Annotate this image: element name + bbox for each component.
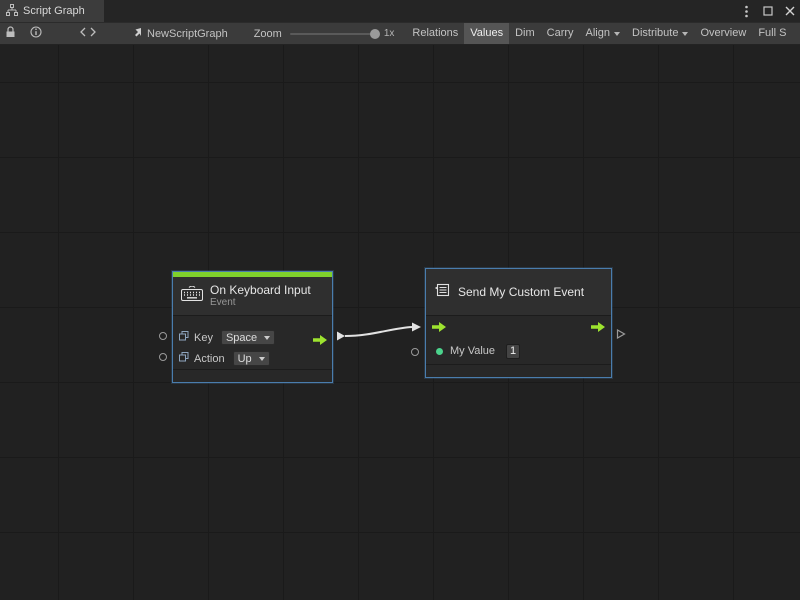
action-port-label: Action — [194, 353, 225, 365]
control-row — [426, 316, 611, 340]
control-output-port[interactable] — [591, 322, 605, 335]
distribute-button[interactable]: Distribute — [626, 23, 694, 44]
my-value-input[interactable] — [506, 344, 520, 359]
port-row-key: Key Space — [173, 327, 332, 348]
distribute-label: Distribute — [632, 23, 678, 44]
my-value-input-port[interactable] — [411, 348, 419, 356]
script-graph-icon — [6, 4, 18, 19]
output-port[interactable] — [616, 326, 626, 344]
node-footer — [426, 364, 611, 377]
carry-button[interactable]: Carry — [541, 23, 580, 44]
control-input-port[interactable] — [432, 322, 446, 335]
action-dropdown-value: Up — [238, 353, 252, 365]
graph-canvas[interactable]: On Keyboard Input Event Key Space — [0, 45, 800, 600]
maximize-icon[interactable] — [760, 3, 776, 19]
tab-script-graph[interactable]: Script Graph — [0, 0, 104, 22]
node-title: On Keyboard Input — [210, 284, 311, 297]
value-type-icon — [179, 352, 189, 365]
port-row-my-value: My Value — [426, 340, 611, 362]
node-subtitle: Event — [210, 297, 311, 309]
window-titlebar[interactable]: Script Graph — [0, 0, 800, 22]
overview-button[interactable]: Overview — [694, 23, 752, 44]
dim-button[interactable]: Dim — [509, 23, 541, 44]
control-output-port[interactable] — [313, 332, 327, 342]
my-value-label: My Value — [450, 345, 495, 357]
custom-event-icon — [434, 282, 451, 303]
value-type-icon — [179, 331, 189, 344]
node-title: Send My Custom Event — [458, 286, 584, 299]
relations-button[interactable]: Relations — [406, 23, 464, 44]
zoom-slider[interactable] — [290, 33, 378, 35]
zoom-slider-handle[interactable] — [370, 29, 380, 39]
chevron-down-icon — [614, 32, 620, 36]
node-on-keyboard-input[interactable]: On Keyboard Input Event Key Space — [172, 271, 333, 383]
info-button[interactable] — [25, 22, 47, 45]
graph-name: NewScriptGraph — [147, 28, 228, 40]
action-dropdown[interactable]: Up — [233, 351, 270, 366]
fullscreen-button[interactable]: Full S — [752, 23, 792, 44]
chevron-down-icon — [682, 32, 688, 36]
lock-button[interactable] — [0, 22, 21, 45]
node-send-my-custom-event[interactable]: Send My Custom Event My Value — [425, 268, 612, 378]
info-icon — [30, 26, 42, 41]
zoom-value: 1x — [384, 28, 395, 39]
key-port-label: Key — [194, 332, 213, 344]
kebab-menu-icon[interactable] — [738, 3, 754, 19]
align-button[interactable]: Align — [580, 23, 626, 44]
node-header: Send My Custom Event — [426, 269, 611, 315]
key-dropdown-value: Space — [226, 332, 257, 344]
code-icon — [80, 27, 96, 40]
graph-toolbar: NewScriptGraph Zoom 1x Relations Values … — [0, 22, 800, 45]
value-port-dot — [436, 348, 443, 355]
zoom-label: Zoom — [254, 28, 282, 40]
node-footer — [173, 369, 332, 382]
key-dropdown[interactable]: Space — [221, 330, 275, 345]
chevron-down-icon — [264, 336, 270, 340]
code-view-button[interactable] — [75, 22, 101, 45]
node-header: On Keyboard Input Event — [173, 277, 332, 315]
key-input-port[interactable] — [159, 332, 167, 340]
graph-selector[interactable]: NewScriptGraph — [131, 27, 228, 41]
keyboard-icon — [181, 286, 203, 306]
values-button[interactable]: Values — [464, 23, 509, 44]
graph-pointer-icon — [131, 27, 142, 41]
chevron-down-icon — [259, 357, 265, 361]
close-icon[interactable] — [782, 3, 798, 19]
connection-wire[interactable] — [0, 45, 800, 600]
port-row-action: Action Up — [173, 348, 332, 369]
lock-icon — [5, 26, 16, 41]
tab-title: Script Graph — [23, 5, 85, 17]
action-input-port[interactable] — [159, 353, 167, 361]
align-label: Align — [586, 23, 610, 44]
